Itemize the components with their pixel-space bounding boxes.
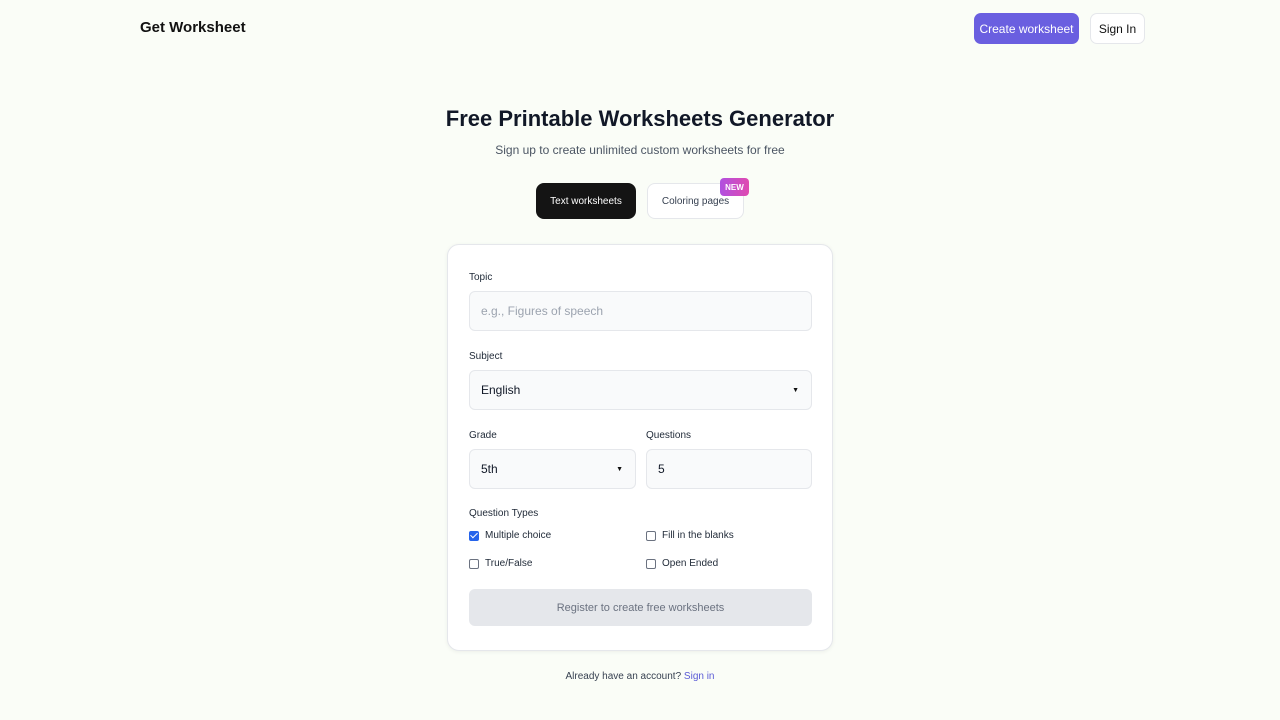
grade-value: 5th xyxy=(481,462,498,476)
topic-label: Topic xyxy=(469,272,493,283)
checkbox-label: True/False xyxy=(485,558,533,569)
checkbox-label: Multiple choice xyxy=(485,530,552,541)
grade-select[interactable]: 5th ▼ xyxy=(469,449,636,489)
navbar: Get Worksheet Create worksheet Sign In xyxy=(0,0,1280,56)
checkbox-label: Fill in the blanks xyxy=(662,530,734,541)
questions-input[interactable] xyxy=(646,449,812,489)
register-button[interactable]: Register to create free worksheets xyxy=(469,589,812,626)
caret-down-icon: ▼ xyxy=(616,466,623,473)
subject-select[interactable]: English ▼ xyxy=(469,370,812,410)
page-title: Free Printable Worksheets Generator xyxy=(445,106,835,131)
create-worksheet-button[interactable]: Create worksheet xyxy=(974,13,1079,44)
checkbox-fill-in-the-blanks[interactable]: Fill in the blanks xyxy=(646,530,734,541)
checkbox-icon[interactable] xyxy=(646,530,656,541)
sign-in-button[interactable]: Sign In xyxy=(1090,13,1145,44)
questions-label: Questions xyxy=(646,430,692,441)
tab-text-worksheets[interactable]: Text worksheets xyxy=(536,183,636,219)
checkbox-true-false[interactable]: True/False xyxy=(469,558,532,569)
page-subtitle: Sign up to create unlimited custom works… xyxy=(495,143,785,157)
grade-label: Grade xyxy=(469,430,497,441)
brand-logo[interactable]: Get Worksheet xyxy=(140,19,246,36)
footer-text: Already have an account? xyxy=(565,671,682,682)
subject-value: English xyxy=(481,383,521,397)
checkbox-open-ended[interactable]: Open Ended xyxy=(646,558,718,569)
footer-sign-in-link[interactable]: Sign in xyxy=(684,671,715,682)
question-types-label: Question Types xyxy=(469,508,539,519)
footer-signin-prompt: Already have an account? Sign in xyxy=(0,671,1280,682)
worksheet-form-card: Topic Subject English ▼ Grade 5th ▼ Ques… xyxy=(447,244,833,651)
new-badge: NEW xyxy=(720,178,749,196)
checkbox-multiple-choice[interactable]: Multiple choice xyxy=(469,530,551,541)
checkbox-checked-icon[interactable] xyxy=(469,530,479,541)
checkbox-icon[interactable] xyxy=(469,558,479,569)
caret-down-icon: ▼ xyxy=(792,387,799,394)
checkbox-icon[interactable] xyxy=(646,558,656,569)
subject-label: Subject xyxy=(469,351,503,362)
checkbox-label: Open Ended xyxy=(662,558,719,569)
topic-input[interactable] xyxy=(469,291,812,331)
